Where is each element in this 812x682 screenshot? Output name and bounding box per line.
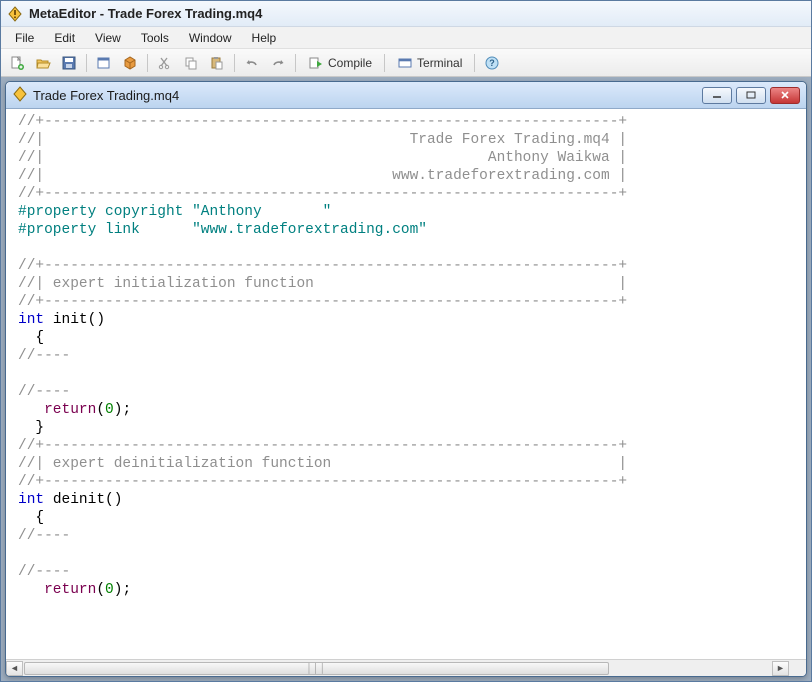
toolbar: Compile Terminal ? — [1, 49, 811, 77]
menu-bar: File Edit View Tools Window Help — [1, 27, 811, 49]
open-file-button[interactable] — [31, 52, 55, 74]
scroll-track[interactable]: │││ — [23, 661, 772, 676]
menu-edit[interactable]: Edit — [44, 28, 85, 48]
navigator-button[interactable] — [92, 52, 116, 74]
close-button[interactable] — [770, 87, 800, 104]
toolbar-separator — [86, 54, 87, 72]
editor-child-window: Trade Forex Trading.mq4 //+-------------… — [5, 81, 807, 677]
menu-view[interactable]: View — [85, 28, 131, 48]
scroll-thumb[interactable]: │││ — [24, 662, 609, 675]
minimize-button[interactable] — [702, 87, 732, 104]
maximize-button[interactable] — [736, 87, 766, 104]
undo-button[interactable] — [240, 52, 264, 74]
compile-button[interactable]: Compile — [301, 52, 379, 74]
app-name: MetaEditor — [29, 6, 96, 21]
compile-label: Compile — [328, 56, 372, 70]
terminal-label: Terminal — [417, 56, 462, 70]
app-icon — [7, 6, 23, 22]
mdi-client-area: Trade Forex Trading.mq4 //+-------------… — [1, 77, 811, 681]
child-window-title-bar: Trade Forex Trading.mq4 — [6, 82, 806, 109]
file-icon — [12, 86, 28, 105]
app-title-bar: MetaEditor - Trade Forex Trading.mq4 — [1, 1, 811, 27]
copy-button[interactable] — [179, 52, 203, 74]
paste-button[interactable] — [205, 52, 229, 74]
scroll-right-arrow[interactable]: ► — [772, 661, 789, 676]
toolbox-button[interactable] — [118, 52, 142, 74]
app-file: Trade Forex Trading.mq4 — [108, 6, 263, 21]
code-editor[interactable]: //+-------------------------------------… — [6, 109, 806, 659]
terminal-button[interactable]: Terminal — [390, 52, 469, 74]
menu-window[interactable]: Window — [179, 28, 242, 48]
toolbar-separator — [147, 54, 148, 72]
toolbar-separator — [474, 54, 475, 72]
menu-tools[interactable]: Tools — [131, 28, 179, 48]
scroll-left-arrow[interactable]: ◄ — [6, 661, 23, 676]
horizontal-scrollbar[interactable]: ◄ │││ ► — [6, 659, 806, 676]
toolbar-separator — [384, 54, 385, 72]
toolbar-separator — [234, 54, 235, 72]
toolbar-separator — [295, 54, 296, 72]
menu-help[interactable]: Help — [242, 28, 287, 48]
new-file-button[interactable] — [5, 52, 29, 74]
help-button[interactable]: ? — [480, 52, 504, 74]
svg-text:?: ? — [490, 58, 496, 68]
menu-file[interactable]: File — [5, 28, 44, 48]
redo-button[interactable] — [266, 52, 290, 74]
child-window-filename: Trade Forex Trading.mq4 — [33, 88, 697, 103]
cut-button[interactable] — [153, 52, 177, 74]
save-button[interactable] — [57, 52, 81, 74]
